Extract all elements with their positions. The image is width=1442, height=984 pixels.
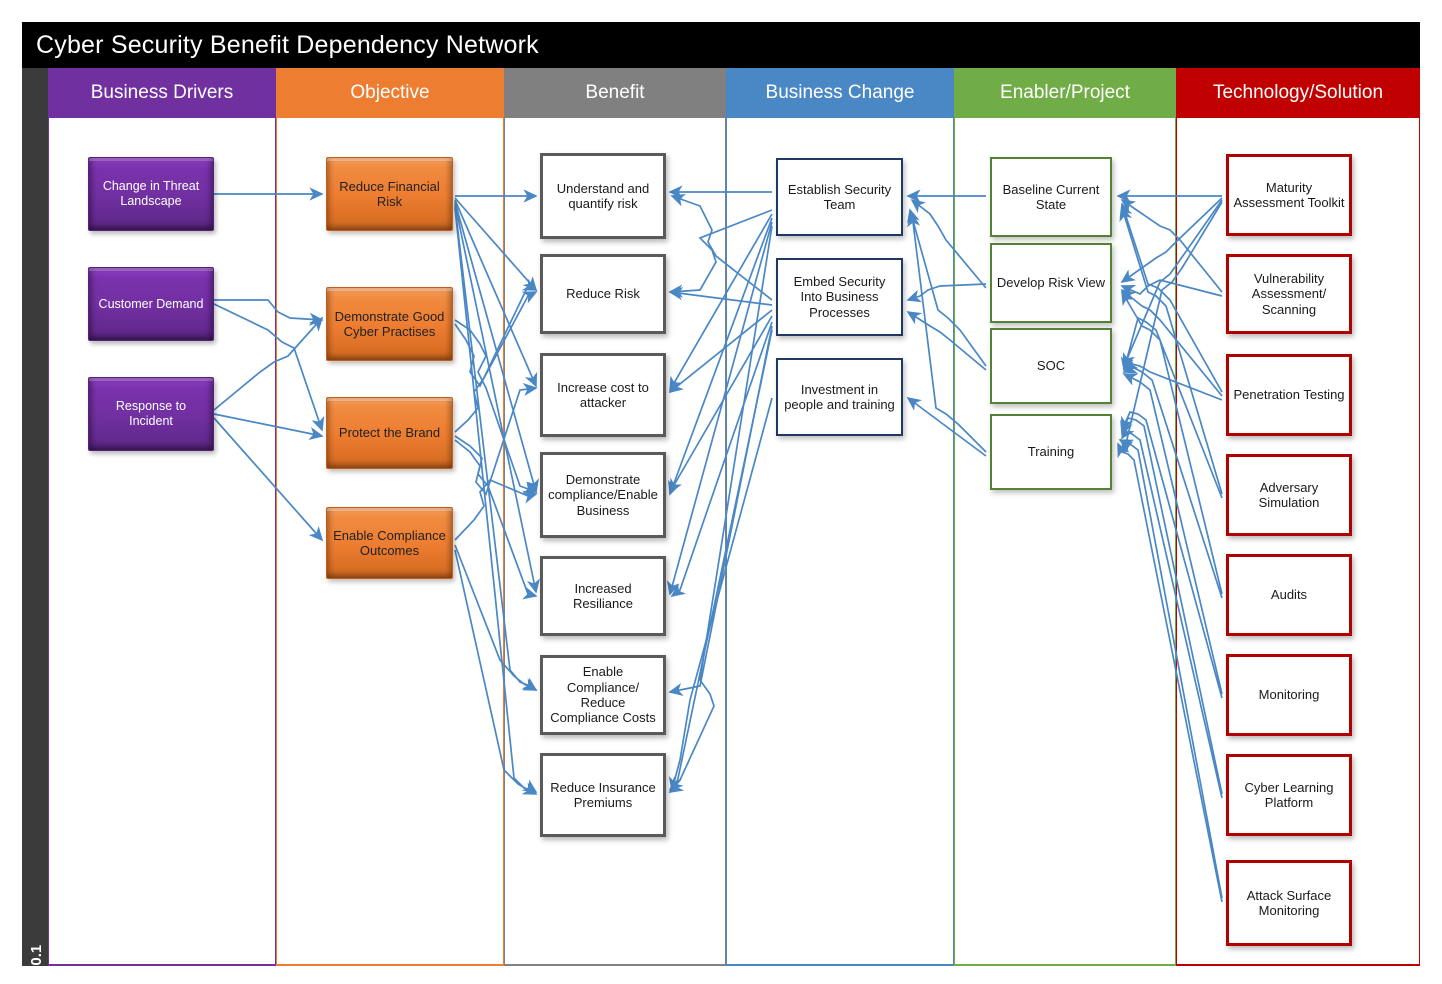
node-technology_solution-7[interactable]: Attack Surface Monitoring (1226, 860, 1352, 946)
node-benefit-4[interactable]: Increased Resiliance (540, 556, 666, 636)
node-label: Customer Demand (98, 296, 204, 311)
node-business_drivers-0[interactable]: Change in Threat Landscape (88, 157, 214, 231)
title-bar: Cyber Security Benefit Dependency Networ… (22, 22, 1420, 68)
node-benefit-1[interactable]: Reduce Risk (540, 254, 666, 334)
node-label: Develop Risk View (996, 275, 1106, 291)
node-label: Reduce Risk (566, 286, 640, 302)
version-rail: Version 0.1 (22, 68, 48, 984)
node-label: Increase cost to attacker (557, 379, 649, 410)
node-label: Baseline Current State (1002, 181, 1100, 212)
node-label: Training (1027, 444, 1075, 460)
node-label: Response to Incident (115, 399, 187, 428)
node-label: Penetration Testing (1233, 387, 1345, 403)
node-benefit-6[interactable]: Reduce Insurance Premiums (540, 753, 666, 837)
node-enabler_project-3[interactable]: Training (990, 414, 1112, 490)
diagram-canvas: Cyber Security Benefit Dependency Networ… (0, 0, 1442, 984)
node-enabler_project-2[interactable]: SOC (990, 328, 1112, 404)
node-business_change-1[interactable]: Embed Security Into Business Processes (776, 258, 903, 336)
node-label: Monitoring (1258, 687, 1320, 703)
column-header-enabler_project: Enabler/Project (954, 68, 1176, 118)
column-header-benefit: Benefit (504, 68, 726, 118)
node-technology_solution-4[interactable]: Audits (1226, 554, 1352, 636)
node-label: Reduce Financial Risk (339, 178, 440, 209)
node-benefit-2[interactable]: Increase cost to attacker (540, 353, 666, 437)
node-technology_solution-5[interactable]: Monitoring (1226, 654, 1352, 736)
column-body-benefit (504, 118, 726, 966)
node-technology_solution-1[interactable]: Vulnerability Assessment/ Scanning (1226, 254, 1352, 334)
node-label: Attack Surface Monitoring (1246, 887, 1332, 918)
node-business_drivers-1[interactable]: Customer Demand (88, 267, 214, 341)
node-label: Maturity Assessment Toolkit (1233, 179, 1345, 210)
node-objective-3[interactable]: Enable Compliance Outcomes (326, 507, 453, 579)
column-header-technology_solution: Technology/Solution (1176, 68, 1420, 118)
node-label: Investment in people and training (784, 381, 895, 412)
node-objective-0[interactable]: Reduce Financial Risk (326, 157, 453, 231)
node-technology_solution-2[interactable]: Penetration Testing (1226, 354, 1352, 436)
node-business_change-0[interactable]: Establish Security Team (776, 158, 903, 236)
column-header-business_drivers: Business Drivers (48, 68, 276, 118)
column-body-business_change (726, 118, 954, 966)
node-objective-1[interactable]: Demonstrate Good Cyber Practises (326, 287, 453, 361)
node-business_change-2[interactable]: Investment in people and training (776, 358, 903, 436)
node-objective-2[interactable]: Protect the Brand (326, 397, 453, 469)
node-technology_solution-3[interactable]: Adversary Simulation (1226, 454, 1352, 536)
node-label: Enable Compliance/ Reduce Compliance Cos… (550, 664, 656, 726)
node-technology_solution-6[interactable]: Cyber Learning Platform (1226, 754, 1352, 836)
node-label: Embed Security Into Business Processes (793, 274, 886, 320)
node-benefit-0[interactable]: Understand and quantify risk (540, 153, 666, 239)
node-label: Enable Compliance Outcomes (333, 527, 446, 558)
node-label: Adversary Simulation (1258, 479, 1320, 510)
node-label: Vulnerability Assessment/ Scanning (1251, 271, 1327, 317)
node-label: Understand and quantify risk (556, 180, 650, 211)
version-label: Version 0.1 (24, 874, 50, 984)
node-technology_solution-0[interactable]: Maturity Assessment Toolkit (1226, 154, 1352, 236)
node-label: Increased Resiliance (573, 580, 633, 611)
node-enabler_project-0[interactable]: Baseline Current State (990, 157, 1112, 237)
column-header-objective: Objective (276, 68, 504, 118)
node-label: Demonstrate compliance/Enable Business (548, 472, 658, 518)
node-label: Reduce Insurance Premiums (550, 779, 656, 810)
node-label: Establish Security Team (787, 181, 892, 212)
node-label: Change in Threat Landscape (102, 179, 200, 208)
column-body-technology_solution (1176, 118, 1420, 966)
column-header-business_change: Business Change (726, 68, 954, 118)
node-label: Audits (1270, 587, 1308, 603)
node-label: Demonstrate Good Cyber Practises (334, 308, 445, 339)
node-label: Cyber Learning Platform (1244, 779, 1334, 810)
node-benefit-5[interactable]: Enable Compliance/ Reduce Compliance Cos… (540, 655, 666, 735)
node-label: SOC (1036, 358, 1066, 374)
node-enabler_project-1[interactable]: Develop Risk View (990, 243, 1112, 323)
column-body-business_drivers (48, 118, 276, 966)
node-benefit-3[interactable]: Demonstrate compliance/Enable Business (540, 452, 666, 538)
node-label: Protect the Brand (338, 425, 441, 441)
node-business_drivers-2[interactable]: Response to Incident (88, 377, 214, 451)
page-title: Cyber Security Benefit Dependency Networ… (36, 31, 539, 59)
